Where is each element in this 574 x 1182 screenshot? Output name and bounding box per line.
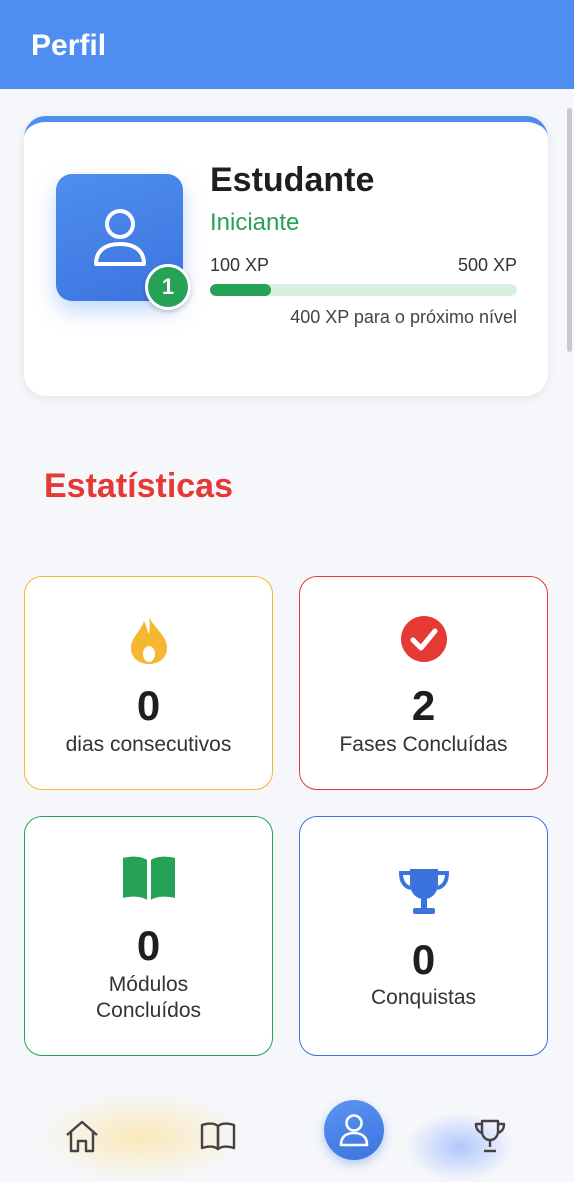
xp-current-label: 100 XP (210, 255, 270, 275)
stat-label: Conquistas (370, 986, 477, 1009)
flame-icon (25, 615, 272, 665)
stat-card-achievements: 0 Conquistas (299, 816, 548, 1056)
xp-max-label: 500 XP (457, 255, 517, 275)
stat-value: 0 (411, 936, 436, 983)
bottom-nav (0, 1086, 574, 1182)
level-badge: 1 (145, 264, 191, 310)
xp-remaining-label: 400 XP para o próximo nível (290, 307, 517, 327)
stat-label: dias consecutivos (65, 733, 232, 756)
trophy-icon (300, 867, 547, 917)
user-icon (93, 208, 146, 266)
check-circle-icon (300, 615, 547, 663)
nav-home-button[interactable] (58, 1112, 106, 1160)
nav-lessons-button[interactable] (194, 1112, 242, 1160)
user-rank: Iniciante (210, 209, 300, 236)
stat-label: Fases Concluídas (339, 733, 508, 756)
xp-progress-fill (210, 284, 272, 296)
user-name: Estudante (210, 161, 375, 199)
profile-card: 1 Estudante Iniciante 100 XP 500 XP 400 … (24, 116, 548, 396)
page-title: Perfil (31, 29, 107, 62)
user-icon (339, 1114, 369, 1147)
xp-progress-bar (210, 284, 517, 296)
stat-value: 0 (136, 682, 161, 729)
stat-value: 2 (411, 682, 436, 729)
stat-label-line1: Módulos (108, 973, 189, 996)
book-icon (25, 854, 272, 900)
scrollbar[interactable] (567, 108, 572, 352)
nav-profile-button[interactable] (324, 1100, 384, 1160)
book-icon (200, 1122, 236, 1151)
section-title-stats: Estatísticas (44, 467, 233, 505)
stat-value: 0 (136, 922, 161, 969)
stat-card-modules: 0 Módulos Concluídos (24, 816, 273, 1056)
trophy-icon (474, 1119, 506, 1153)
home-icon (66, 1120, 98, 1153)
app-bar: Perfil (0, 0, 574, 89)
stat-card-streak: 0 dias consecutivos (24, 576, 273, 790)
stat-label-line2: Concluídos (95, 999, 202, 1022)
stat-card-phases: 2 Fases Concluídas (299, 576, 548, 790)
nav-ranking-button[interactable] (466, 1112, 514, 1160)
